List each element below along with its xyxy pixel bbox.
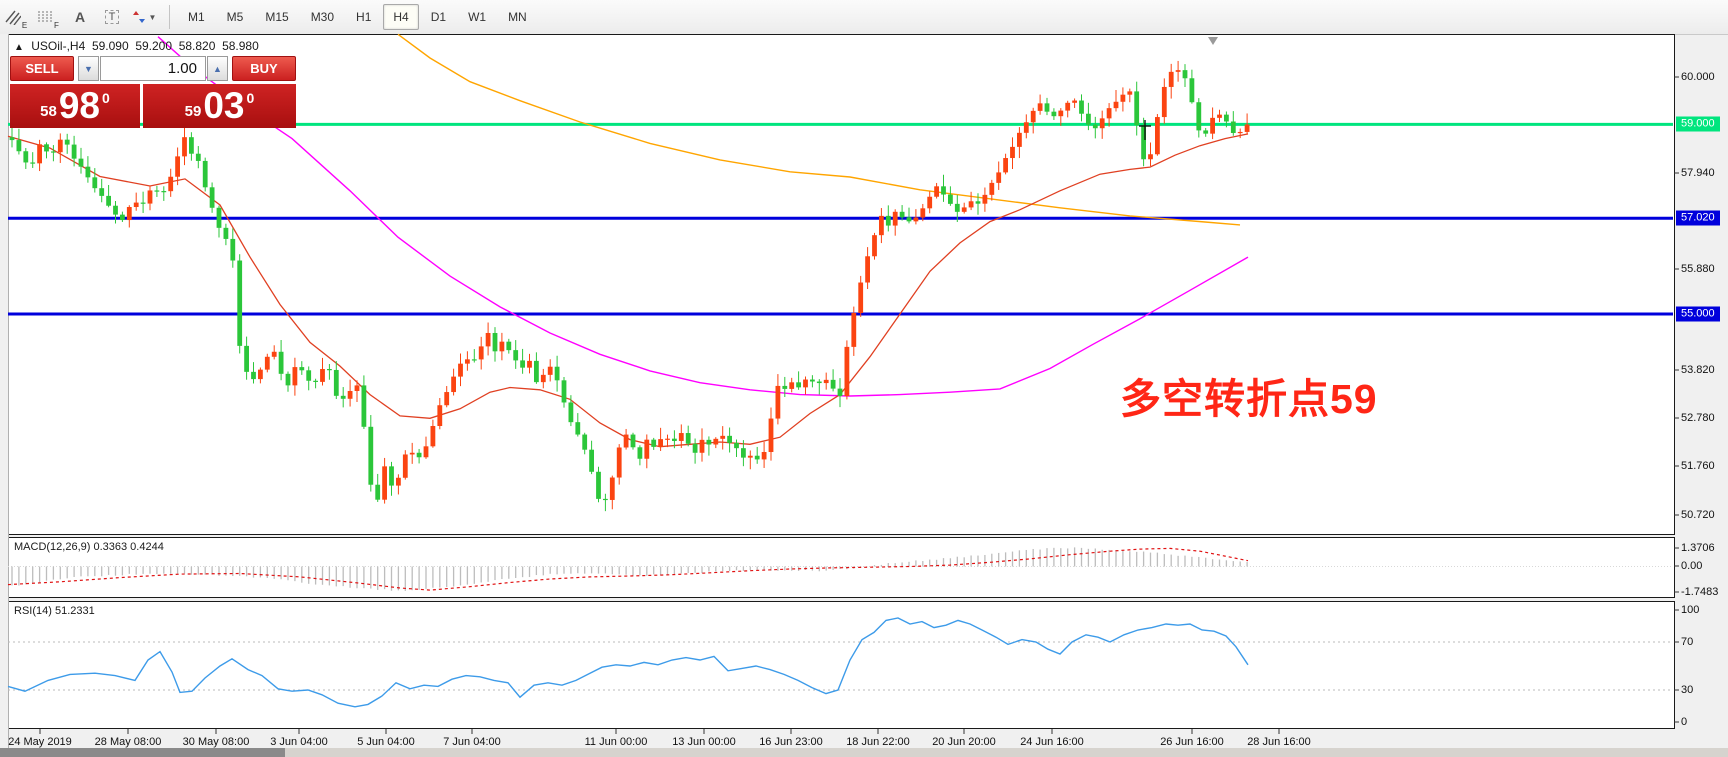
time-axis-label: 20 Jun 20:00 [932, 736, 996, 748]
macd-signal-line [7, 547, 1249, 591]
quote-low: 58.820 [178, 39, 216, 53]
macd-label: MACD(12,26,9) 0.3363 0.4244 [14, 541, 164, 553]
macd-axis-label: -1.7483 [1681, 586, 1719, 598]
mt4-window: E F A T ▼ M1 M5 M15 M30 H1 H4 D1 W1 MN ▲ USOil-,H4 59… [0, 0, 1728, 757]
buy-button[interactable]: BUY [232, 56, 296, 81]
bid-point: 0 [102, 90, 110, 106]
ma-fast-red-line [7, 133, 1249, 448]
time-axis-label: 18 Jun 22:00 [846, 736, 910, 748]
volume-increase-button[interactable]: ▲ [207, 56, 228, 81]
price-line-badge: 59.000 [1676, 116, 1720, 132]
ask-point: 0 [246, 90, 255, 106]
time-axis-label: 28 May 08:00 [94, 736, 162, 748]
time-axis-label: 16 Jun 23:00 [759, 736, 823, 748]
rsi-line [7, 617, 1249, 708]
volume-input[interactable]: 1.00 [100, 56, 206, 81]
volume-decrease-button[interactable]: ▼ [78, 56, 99, 81]
one-click-trading-panel: SELL ▼ 1.00 ▲ BUY 58 98 0 59 03 0 [10, 56, 296, 128]
bid-integer: 58 [40, 102, 57, 120]
time-axis-label: 13 Jun 00:00 [672, 736, 736, 748]
ma-mid-magenta-line [157, 36, 1249, 397]
rsi-axis-label: 30 [1681, 684, 1694, 696]
ask-integer: 59 [184, 102, 202, 120]
time-axis-label: 7 Jun 04:00 [443, 736, 501, 748]
time-axis-label: 11 Jun 00:00 [584, 736, 648, 748]
price-axis-label: 60.000 [1681, 71, 1715, 83]
chart-text-annotation[interactable]: 多空转折点59 [1120, 365, 1378, 425]
rsi-axis-label: 100 [1681, 604, 1700, 616]
time-axis-label: 26 Jun 16:00 [1160, 736, 1224, 748]
quote-close: 58.980 [222, 39, 259, 53]
rsi-label: RSI(14) 51.2331 [14, 605, 95, 617]
time-axis-label: 3 Jun 04:00 [270, 736, 328, 748]
ma-slow-orange-line [397, 33, 1241, 226]
time-axis-label: 5 Jun 04:00 [357, 736, 415, 748]
macd-axis-label: 0.00 [1681, 560, 1703, 572]
symbol-timeframe: USOil-,H4 [31, 39, 86, 53]
rsi-axis-label: 0 [1681, 716, 1688, 728]
price-axis-label: 51.760 [1681, 460, 1715, 472]
price-line-badge: 57.020 [1676, 210, 1720, 226]
quote-line: ▲ USOil-,H4 59.090 59.200 58.820 58.980 [14, 39, 259, 53]
price-axis-label: 52.780 [1681, 412, 1715, 424]
quote-open: 59.090 [91, 39, 129, 53]
ask-price-display[interactable]: 59 03 0 [143, 84, 296, 128]
time-axis-label: 30 May 08:00 [182, 736, 250, 748]
price-line-badge: 55.000 [1676, 306, 1720, 322]
price-axis-label: 53.820 [1681, 364, 1715, 376]
bid-price-display[interactable]: 58 98 0 [10, 84, 140, 128]
ask-pips: 03 [203, 85, 245, 126]
time-axis-label: 24 May 2019 [8, 736, 72, 748]
time-axis-label: 28 Jun 16:00 [1247, 736, 1311, 748]
bid-pips: 98 [58, 85, 101, 126]
rsi-axis-label: 70 [1681, 636, 1694, 648]
macd-axis-label: 1.3706 [1681, 542, 1715, 554]
chart-shift-marker-icon [1208, 37, 1218, 45]
sell-button[interactable]: SELL [10, 56, 74, 81]
price-axis-label: 55.880 [1681, 263, 1715, 275]
time-axis-label: 24 Jun 16:00 [1020, 736, 1084, 748]
up-triangle-icon: ▲ [14, 42, 24, 53]
price-axis-label: 50.720 [1681, 509, 1715, 521]
quote-high: 59.200 [135, 39, 173, 53]
price-axis-label: 57.940 [1681, 167, 1715, 179]
